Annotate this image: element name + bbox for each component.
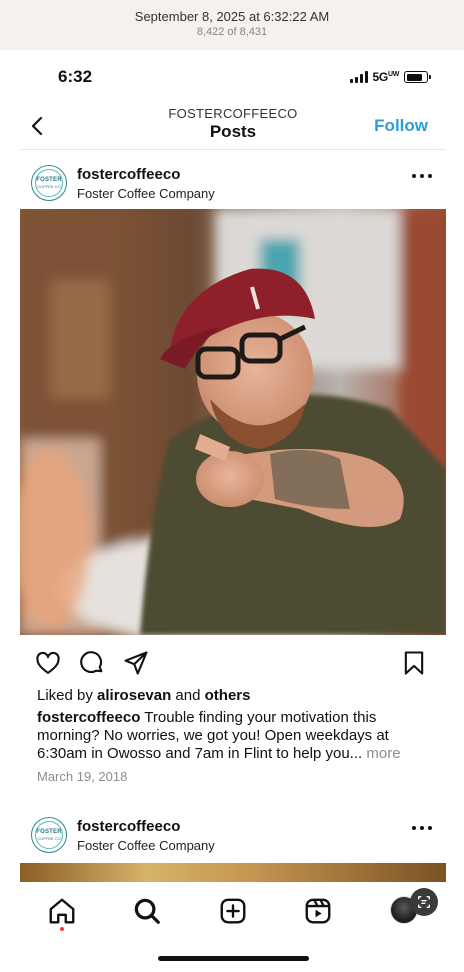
avatar-logo-subtext: COFFEE CO — [37, 184, 61, 189]
post-date: March 19, 2018 — [37, 769, 128, 784]
plus-square-icon[interactable] — [218, 896, 248, 926]
post-header: FOSTER COFFEE CO fostercoffeeco Foster C… — [20, 806, 446, 861]
photo-date: September 8, 2025 at 6:32:22 AM — [134, 9, 330, 24]
post-image[interactable] — [20, 863, 446, 883]
live-text-icon[interactable] — [410, 888, 438, 916]
avatar-logo-text: FOSTER — [36, 829, 62, 835]
comment-icon[interactable] — [78, 649, 106, 677]
post-header: FOSTER COFFEE CO fostercoffeeco Foster C… — [20, 154, 446, 209]
liked-by-others[interactable]: others — [205, 687, 251, 704]
heart-icon[interactable] — [34, 649, 62, 677]
home-icon[interactable] — [47, 896, 77, 926]
bookmark-icon[interactable] — [400, 649, 428, 677]
home-indicator[interactable] — [158, 956, 309, 961]
liked-by-prefix: Liked by — [37, 687, 98, 704]
send-icon[interactable] — [122, 649, 150, 677]
photo-count: 8,422 of 8,431 — [196, 26, 268, 38]
status-time: 6:32 — [58, 67, 93, 86]
caption-username[interactable]: fostercoffeeco — [37, 709, 140, 726]
post-image[interactable] — [20, 209, 446, 635]
network-suffix: UW — [387, 71, 399, 78]
avatar[interactable]: FOSTER COFFEE CO — [31, 817, 67, 853]
reels-icon[interactable] — [303, 896, 333, 926]
battery-icon — [404, 71, 431, 83]
post-location[interactable]: Foster Coffee Company — [77, 838, 215, 853]
search-icon[interactable] — [132, 896, 162, 926]
chevron-left-icon[interactable] — [26, 114, 50, 138]
divider — [20, 149, 446, 150]
network-label: 5GUW — [372, 70, 400, 84]
nav-header: FOSTERCOFFEECO Posts Follow — [20, 102, 446, 150]
liked-by-user[interactable]: alirosevan — [97, 687, 171, 704]
avatar-logo-text: FOSTER — [36, 177, 62, 183]
avatar[interactable]: FOSTER COFFEE CO — [31, 165, 67, 201]
more-horizontal-icon[interactable] — [412, 826, 432, 832]
post-actions — [20, 645, 446, 681]
photo-viewer-header: September 8, 2025 at 6:32:22 AM 8,422 of… — [0, 0, 464, 50]
signal-icon — [349, 71, 368, 83]
post-caption: fostercoffeeco Trouble finding your moti… — [37, 709, 422, 763]
status-bar: 6:32 5GUW — [0, 50, 464, 102]
phone-screen: 6:32 5GUW FOSTERCOFFEECO Posts Follow FO… — [0, 50, 464, 972]
post-username[interactable]: fostercoffeeco — [77, 166, 180, 183]
post-location[interactable]: Foster Coffee Company — [77, 186, 215, 201]
follow-button[interactable]: Follow — [374, 116, 428, 136]
likes-text: Liked by alirosevan and others — [37, 687, 250, 704]
post-username[interactable]: fostercoffeeco — [77, 818, 180, 835]
caption-more-link[interactable]: more — [362, 745, 400, 762]
more-horizontal-icon[interactable] — [412, 174, 432, 180]
battery-level — [406, 73, 422, 81]
notification-dot — [60, 927, 64, 931]
liked-by-and: and — [171, 687, 205, 704]
status-indicators: 5GUW — [349, 70, 431, 84]
avatar-logo-subtext: COFFEE CO — [37, 836, 61, 841]
